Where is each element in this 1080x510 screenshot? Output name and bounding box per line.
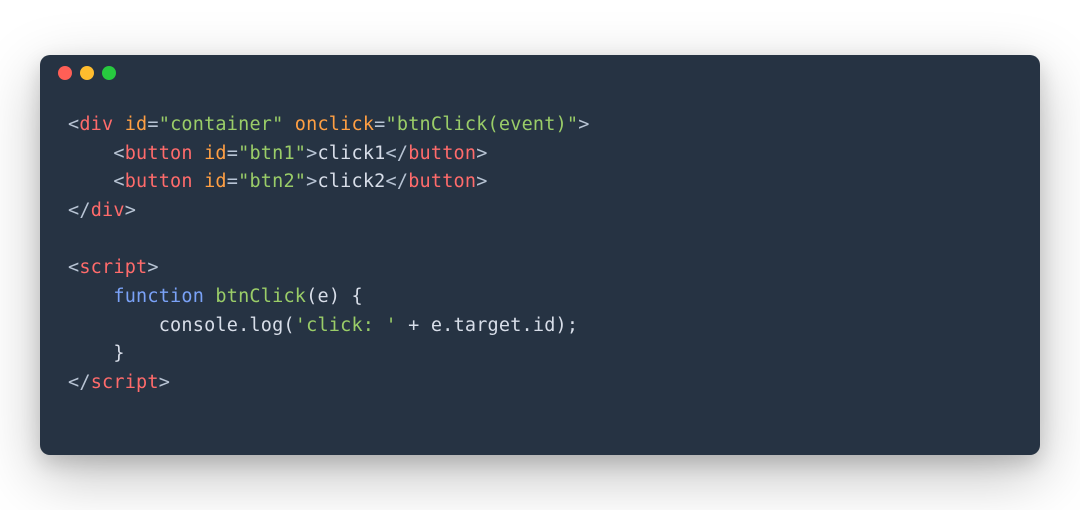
tag-name: button [125, 171, 193, 192]
tag-name: script [91, 372, 159, 393]
code-line-6: function btnClick(e) { [68, 283, 1012, 312]
code-line-9: </script> [68, 369, 1012, 398]
tag-name: div [91, 200, 125, 221]
element-text: click1 [317, 143, 385, 164]
tag-name: div [79, 114, 113, 135]
bracket: < [68, 114, 79, 135]
minimize-icon[interactable] [80, 66, 94, 80]
tag-name: button [125, 143, 193, 164]
window-titlebar [40, 55, 1040, 91]
attr-name: id [204, 143, 227, 164]
close-icon[interactable] [58, 66, 72, 80]
code-window: <div id="container" onclick="btnClick(ev… [40, 55, 1040, 455]
code-line-1: <div id="container" onclick="btnClick(ev… [68, 111, 1012, 140]
tag-name: script [79, 257, 147, 278]
attr-value: "btnClick(event)" [386, 114, 579, 135]
attr-name: id [204, 171, 227, 192]
code-line-8: } [68, 340, 1012, 369]
code-line-7: console.log('click: ' + e.target.id); [68, 312, 1012, 341]
attr-value: "container" [159, 114, 284, 135]
code-line-5: <script> [68, 254, 1012, 283]
maximize-icon[interactable] [102, 66, 116, 80]
blank-line [68, 226, 1012, 255]
attr-name: id [125, 114, 148, 135]
code-line-3: <button id="btn2">click2</button> [68, 168, 1012, 197]
code-line-2: <button id="btn1">click1</button> [68, 140, 1012, 169]
string-literal: 'click: ' [295, 315, 397, 336]
code-block: <div id="container" onclick="btnClick(ev… [40, 91, 1040, 418]
function-name: btnClick [215, 286, 306, 307]
attr-name: onclick [295, 114, 374, 135]
keyword: function [113, 286, 204, 307]
code-line-4: </div> [68, 197, 1012, 226]
attr-value: "btn2" [238, 171, 306, 192]
element-text: click2 [317, 171, 385, 192]
attr-value: "btn1" [238, 143, 306, 164]
